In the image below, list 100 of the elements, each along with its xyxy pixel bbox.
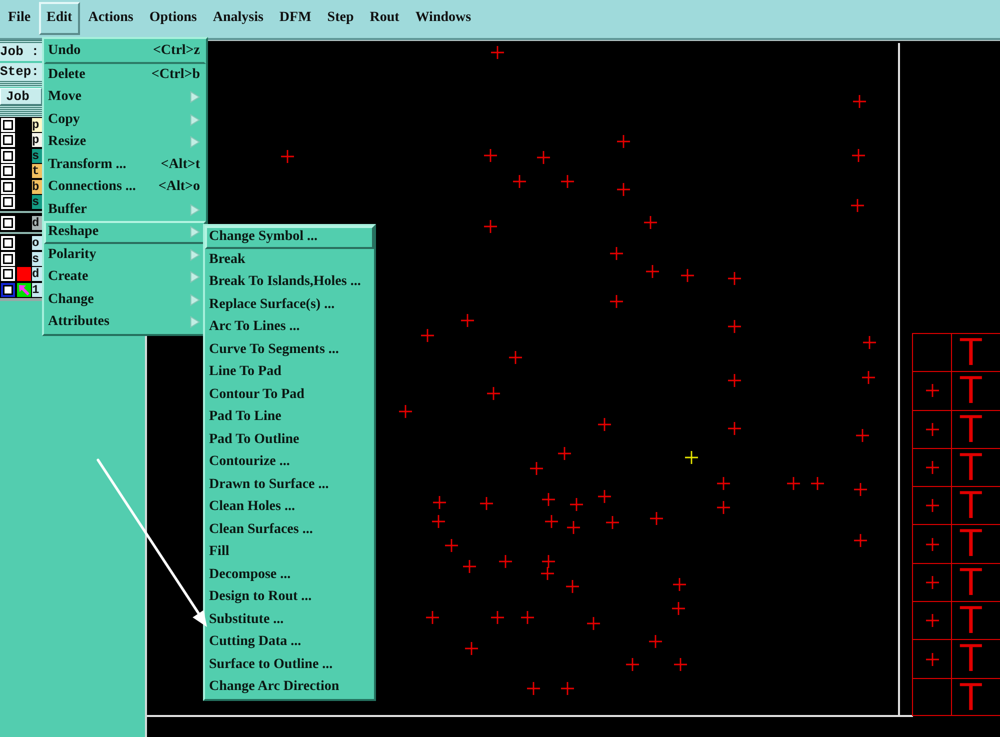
menu-item[interactable]: Resize (44, 131, 206, 154)
cross-marker-icon (616, 134, 630, 148)
submenu-arrow-icon (190, 91, 200, 104)
menu-item[interactable]: Replace Surface(s) ... (205, 294, 374, 316)
cross-marker-icon (398, 404, 412, 418)
menu-item[interactable]: Change (44, 288, 206, 311)
menu-bar-item[interactable]: Windows (407, 2, 480, 35)
menu-item[interactable]: Transform ... <Alt>t (44, 154, 206, 176)
cross-marker-icon (598, 490, 610, 502)
menu-item[interactable]: Surface to Outline ... (205, 654, 374, 676)
submenu-arrow-icon (190, 136, 200, 148)
cross-marker-icon (560, 682, 574, 694)
submenu-arrow-icon (190, 114, 200, 126)
menu-item[interactable]: Line To Pad (205, 361, 374, 384)
tool-label: T (959, 374, 983, 408)
cross-marker-icon (432, 514, 444, 528)
menu-item[interactable]: Pad To Outline (205, 428, 374, 451)
menu-bar-item[interactable]: File (0, 2, 39, 35)
cross-marker-icon (854, 534, 866, 546)
menu-item[interactable]: Connections ... <Alt>o (44, 176, 206, 198)
layer-name[interactable]: p (32, 133, 42, 148)
menu-item[interactable]: Copy (44, 108, 206, 131)
menu-item[interactable]: Contourize ... (205, 451, 374, 474)
menu-item[interactable]: Curve To Segments ... (205, 338, 374, 361)
tool-label: T (959, 604, 983, 638)
menu-bar-item[interactable]: Actions (80, 2, 142, 35)
menu-bar-item[interactable]: Step (319, 2, 362, 35)
cross-marker-icon (558, 446, 570, 460)
layer-name[interactable]: p (32, 118, 42, 132)
layer-checkbox[interactable] (1, 282, 15, 297)
menu-item[interactable]: Reshape (44, 221, 206, 244)
cross-marker-icon (526, 682, 540, 694)
submenu-arrow-icon (190, 294, 200, 306)
cross-marker-icon (674, 658, 686, 670)
menu-item[interactable]: Break To Islands,Holes ... (205, 271, 374, 294)
cross-marker-icon (542, 554, 554, 568)
submenu-arrow-icon (190, 271, 200, 284)
menu-item[interactable]: Undo <Ctrl>z (44, 39, 206, 64)
menu-bar-item[interactable]: Rout (362, 2, 408, 35)
cross-marker-icon (854, 482, 866, 496)
submenu-arrow-icon (190, 204, 200, 216)
menu-item[interactable]: Change Arc Direction (205, 676, 374, 698)
tool-label: T (959, 489, 983, 524)
layer-name[interactable]: d (32, 216, 42, 230)
layer-name[interactable]: o (32, 236, 42, 250)
cross-marker-icon (420, 328, 434, 342)
menu-bar-item[interactable]: DFM (271, 2, 320, 35)
cross-marker-icon (498, 554, 512, 568)
cross-marker-icon (280, 150, 294, 162)
menu-item[interactable]: Drawn to Surface ... (205, 474, 374, 496)
layer-name[interactable]: s (32, 252, 42, 266)
submenu-arrow-icon (190, 248, 200, 261)
layer-name[interactable]: b (32, 180, 42, 194)
layer-name[interactable]: t (32, 164, 42, 178)
menu-item[interactable]: Fill (205, 541, 374, 564)
cross-marker-icon (728, 272, 740, 284)
layer-name[interactable]: d (32, 267, 42, 282)
color-swatch-icon[interactable] (17, 267, 31, 282)
layer-name[interactable]: s (32, 148, 42, 163)
cross-marker-icon (672, 602, 684, 614)
cross-marker-icon (462, 560, 476, 572)
menu-item[interactable]: Arc To Lines ... (205, 316, 374, 338)
menu-item[interactable]: Cutting Data ... (205, 631, 374, 654)
menu-item[interactable]: Create (44, 266, 206, 288)
cross-marker-icon (716, 476, 730, 490)
cross-marker-icon (586, 616, 600, 630)
layer-name[interactable]: 1 (32, 282, 42, 297)
job-button[interactable]: Job (0, 88, 42, 105)
menu-item[interactable]: Clean Surfaces ... (205, 518, 374, 541)
cross-marker-icon (610, 294, 622, 308)
menu-item[interactable]: Buffer (44, 198, 206, 221)
menu-item[interactable]: Polarity (44, 244, 206, 266)
cross-marker-icon (728, 320, 740, 332)
menu-bar-item[interactable]: Options (141, 2, 205, 35)
cross-marker-icon (684, 450, 698, 464)
cross-marker-icon (626, 658, 638, 670)
tool-label: T (959, 412, 983, 447)
cross-marker-icon (544, 514, 558, 528)
cross-marker-icon (484, 220, 496, 232)
cross-marker-icon (490, 610, 504, 624)
menu-item[interactable]: Move (44, 86, 206, 108)
cross-marker-icon (810, 476, 824, 490)
menu-bar-item[interactable]: Analysis (204, 2, 272, 35)
menu-item[interactable]: Delete <Ctrl>b (44, 64, 206, 86)
layer-name[interactable]: s (32, 195, 42, 210)
menu-item[interactable]: Substitute ... (205, 608, 374, 631)
cross-marker-icon (542, 492, 554, 506)
cross-marker-icon (560, 174, 574, 188)
menu-item[interactable]: Clean Holes ... (205, 496, 374, 518)
tool-label: T (959, 566, 983, 600)
menu-item[interactable]: Design to Rout ... (205, 586, 374, 608)
menu-item[interactable]: Pad To Line (205, 406, 374, 428)
menu-item[interactable]: Attributes (44, 311, 206, 334)
cross-marker-icon (460, 314, 474, 326)
menu-item[interactable]: Contour To Pad (205, 384, 374, 406)
tool-label: T (959, 450, 983, 485)
menu-bar-item[interactable]: Edit (38, 2, 80, 35)
menu-item[interactable]: Break (205, 248, 374, 271)
menu-item[interactable]: Decompose ... (205, 564, 374, 586)
menu-item[interactable]: Change Symbol ... (205, 226, 374, 248)
